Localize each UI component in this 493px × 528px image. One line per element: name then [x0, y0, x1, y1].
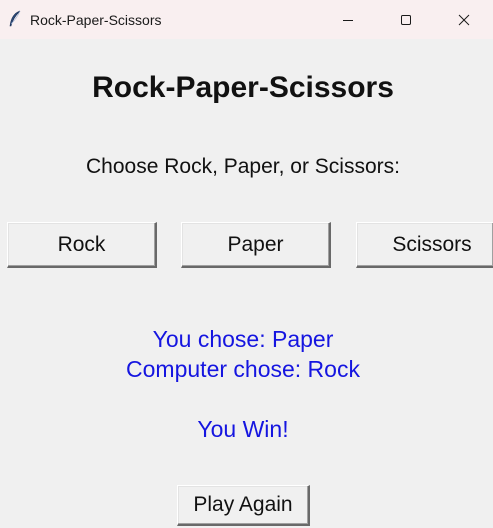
computer-choice-label: Computer chose: Rock — [126, 356, 360, 382]
close-button[interactable] — [435, 0, 493, 39]
close-icon — [458, 14, 470, 25]
rock-button[interactable]: Rock — [7, 222, 157, 268]
outcome-label: You Win! — [197, 416, 289, 442]
maximize-icon — [401, 14, 411, 25]
scissors-button[interactable]: Scissors — [356, 222, 493, 268]
app-window: Rock-Paper-Scissors Rock-Paper-Scissors … — [0, 0, 493, 528]
user-choice-label: You chose: Paper — [152, 326, 334, 352]
play-again-button[interactable]: Play Again — [177, 485, 310, 526]
title-bar[interactable]: Rock-Paper-Scissors — [0, 0, 493, 39]
window-title: Rock-Paper-Scissors — [30, 12, 162, 28]
minimize-button[interactable] — [319, 0, 377, 39]
game-heading: Rock-Paper-Scissors — [92, 71, 394, 104]
minimize-icon — [343, 19, 353, 21]
maximize-button[interactable] — [377, 0, 435, 39]
paper-button[interactable]: Paper — [181, 222, 331, 268]
choice-prompt: Choose Rock, Paper, or Scissors: — [86, 155, 400, 178]
feather-icon — [9, 10, 21, 27]
